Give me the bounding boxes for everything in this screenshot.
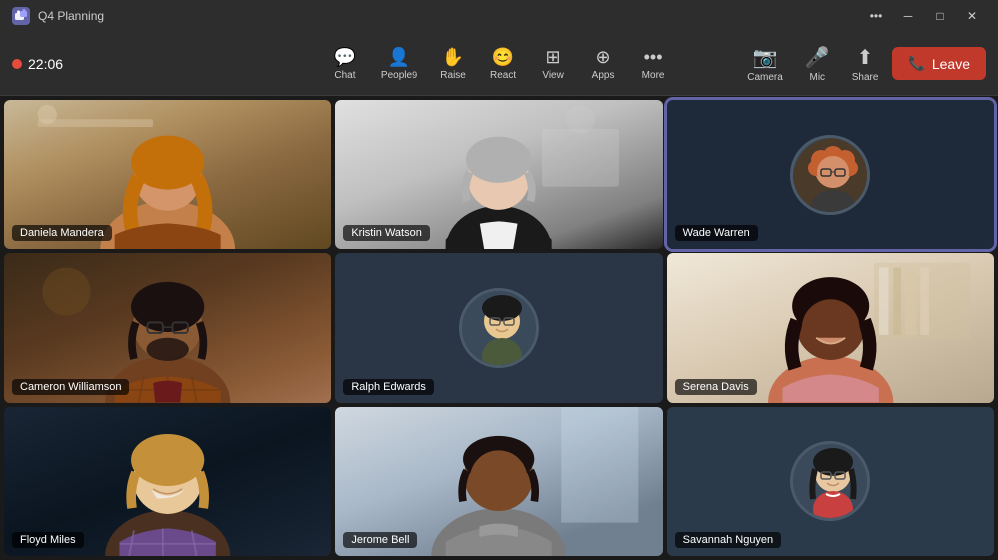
mic-button[interactable]: 🎤 Mic (797, 39, 838, 89)
toolbar-left: 22:06 (12, 56, 63, 72)
minimize-btn[interactable]: ─ (894, 5, 922, 27)
react-button[interactable]: 😊 React (479, 41, 527, 87)
name-tag-daniela: Daniela Mandera (12, 225, 112, 241)
name-tag-ralph: Ralph Edwards (343, 379, 434, 395)
leave-phone-icon: 📞 (908, 55, 925, 72)
mic-icon: 🎤 (805, 45, 830, 70)
view-button[interactable]: ⊞ View (529, 41, 577, 87)
toolbar-right: 📷 Camera 🎤 Mic ⬆ Share 📞 Leave (739, 39, 986, 89)
name-tag-jerome: Jerome Bell (343, 532, 417, 548)
video-grid: Daniela Mandera (0, 96, 998, 560)
app-title: Q4 Planning (38, 9, 104, 23)
video-cell-cameron: Cameron Williamson (4, 253, 331, 402)
camera-button[interactable]: 📷 Camera (739, 39, 791, 89)
title-bar-left: Q4 Planning (12, 7, 104, 25)
video-cell-floyd: Floyd Miles (4, 407, 331, 556)
video-cell-ralph: Ralph Edwards (335, 253, 662, 402)
name-tag-serena: Serena Davis (675, 379, 757, 395)
share-button[interactable]: ⬆ Share (844, 39, 887, 89)
avatar-savannah (790, 441, 870, 521)
teams-logo (12, 7, 30, 25)
people-icon: 👤 (388, 47, 410, 68)
recording-indicator (12, 59, 22, 69)
leave-button[interactable]: 📞 Leave (892, 47, 986, 80)
name-tag-wade: Wade Warren (675, 225, 758, 241)
video-cell-jerome: Jerome Bell (335, 407, 662, 556)
people-button[interactable]: 👤 People9 (371, 41, 427, 87)
video-cell-daniela: Daniela Mandera (4, 100, 331, 249)
more-options-btn[interactable]: ••• (862, 5, 890, 27)
camera-icon: 📷 (753, 45, 778, 70)
share-icon: ⬆ (857, 45, 874, 70)
more-button[interactable]: ••• More (629, 41, 677, 87)
view-icon: ⊞ (546, 47, 561, 68)
chat-button[interactable]: 💬 Chat (321, 41, 369, 87)
name-tag-floyd: Floyd Miles (12, 532, 84, 548)
name-tag-savannah: Savannah Nguyen (675, 532, 782, 548)
raise-icon: ✋ (442, 47, 464, 68)
raise-button[interactable]: ✋ Raise (429, 41, 477, 87)
video-cell-savannah: Savannah Nguyen (667, 407, 994, 556)
apps-button[interactable]: ⊕ Apps (579, 41, 627, 87)
toolbar: 22:06 💬 Chat 👤 People9 ✋ Raise 😊 React ⊞… (0, 32, 998, 96)
name-tag-cameron: Cameron Williamson (12, 379, 129, 395)
react-icon: 😊 (492, 47, 514, 68)
avatar-wade (790, 135, 870, 215)
apps-icon: ⊕ (596, 47, 611, 68)
name-tag-kristin: Kristin Watson (343, 225, 430, 241)
more-icon: ••• (644, 47, 663, 68)
toolbar-items: 💬 Chat 👤 People9 ✋ Raise 😊 React ⊞ View … (321, 41, 677, 87)
window-controls: ••• ─ □ ✕ (862, 5, 986, 27)
chat-icon: 💬 (334, 47, 356, 68)
call-timer: 22:06 (28, 56, 63, 72)
avatar-ralph (459, 288, 539, 368)
video-cell-serena: Serena Davis (667, 253, 994, 402)
title-bar: Q4 Planning ••• ─ □ ✕ (0, 0, 998, 32)
video-cell-wade: Wade Warren (667, 100, 994, 249)
close-btn[interactable]: ✕ (958, 5, 986, 27)
video-cell-kristin: Kristin Watson (335, 100, 662, 249)
restore-btn[interactable]: □ (926, 5, 954, 27)
